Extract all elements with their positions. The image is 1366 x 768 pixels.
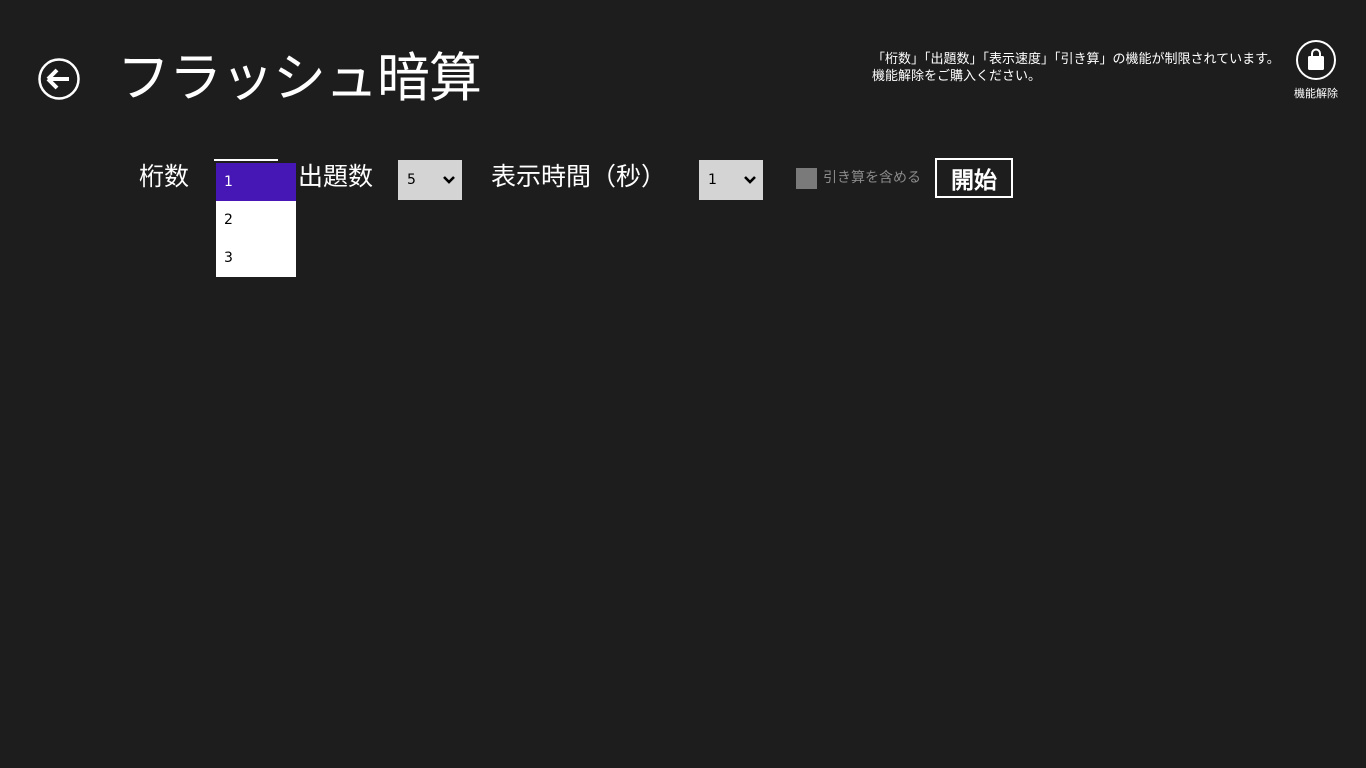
- start-button[interactable]: 開始: [935, 158, 1013, 198]
- questions-combo[interactable]: 5: [398, 160, 462, 200]
- subtraction-label: 引き算を含める: [823, 169, 921, 186]
- chevron-down-icon: [436, 175, 462, 185]
- digits-combo-anchor[interactable]: [214, 159, 278, 161]
- page-title: フラッシュ暗算: [117, 48, 482, 109]
- display-time-value: 1: [708, 172, 717, 188]
- feature-limit-notice: 「桁数」「出題数」「表示速度」「引き算」の機能が制限されています。 機能解除をご…: [872, 51, 1280, 85]
- questions-label: 出題数: [298, 162, 374, 191]
- display-time-label: 表示時間（秒）: [491, 162, 667, 191]
- checkbox-box[interactable]: [796, 168, 817, 189]
- shopping-bag-icon: [1308, 48, 1324, 70]
- digits-label: 桁数: [139, 162, 190, 191]
- unlock-features-button[interactable]: 機能解除: [1286, 40, 1346, 101]
- subtraction-checkbox[interactable]: 引き算を含める: [796, 168, 921, 189]
- display-time-combo[interactable]: 1: [699, 160, 763, 200]
- dropdown-option-3[interactable]: 3: [216, 239, 296, 277]
- unlock-icon-circle: [1296, 40, 1336, 80]
- back-button[interactable]: [38, 58, 80, 100]
- dropdown-option-2[interactable]: 2: [216, 201, 296, 239]
- questions-value: 5: [407, 172, 416, 188]
- back-arrow-icon: [38, 58, 80, 100]
- notice-line-1: 「桁数」「出題数」「表示速度」「引き算」の機能が制限されています。: [872, 52, 1280, 67]
- app-page: フラッシュ暗算 「桁数」「出題数」「表示速度」「引き算」の機能が制限されています…: [0, 0, 1366, 768]
- notice-line-2: 機能解除をご購入ください。: [872, 69, 1042, 84]
- unlock-label: 機能解除: [1294, 87, 1338, 100]
- chevron-down-icon: [737, 175, 763, 185]
- digits-dropdown-list: 1 2 3: [216, 163, 296, 277]
- dropdown-option-1[interactable]: 1: [216, 163, 296, 201]
